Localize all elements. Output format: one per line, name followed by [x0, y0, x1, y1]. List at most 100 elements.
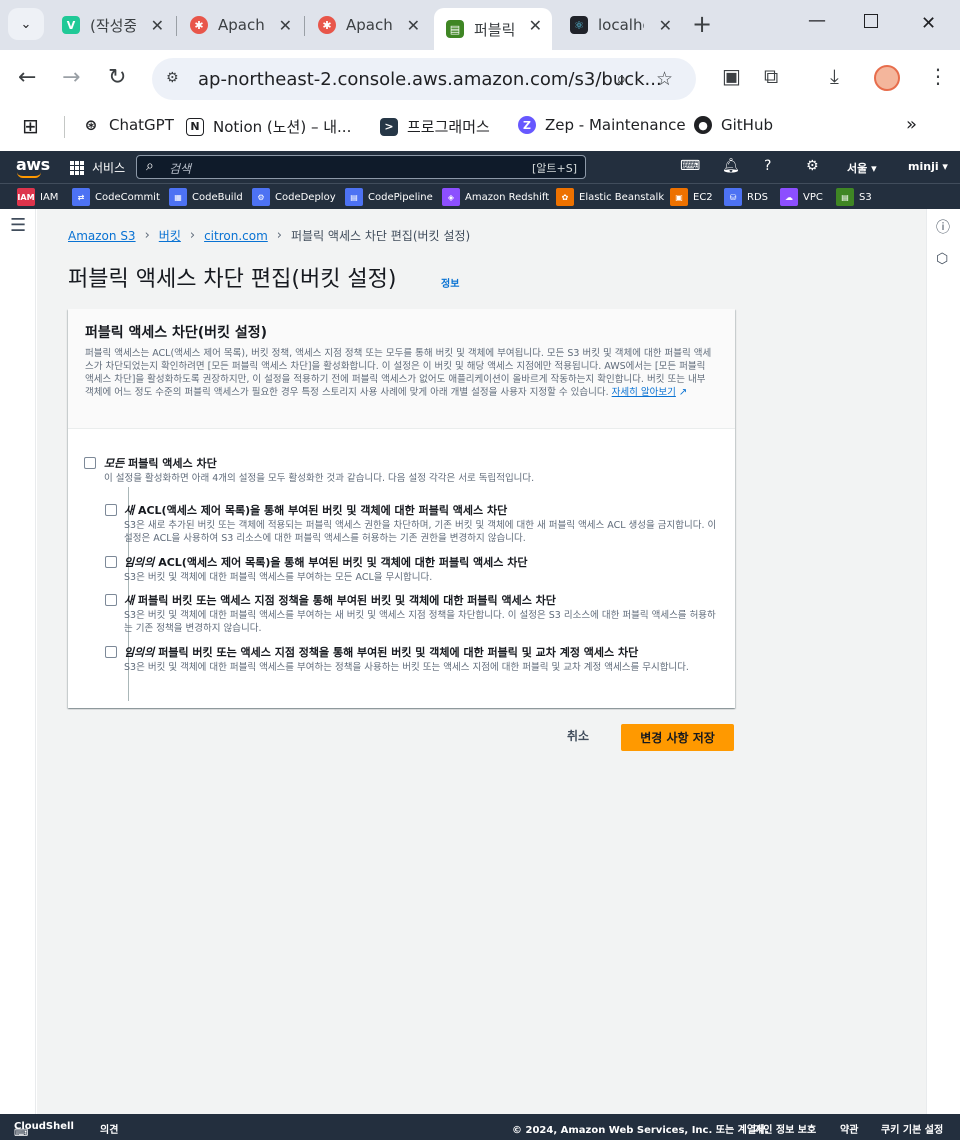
feedback-hexagon-icon[interactable]: ⬡	[936, 251, 948, 267]
block-public-access-panel: 퍼블릭 액세스 차단(버킷 설정) 퍼블릭 액세스는 ACL(액세스 제어 목록…	[68, 309, 735, 708]
terms-link[interactable]: 약관	[840, 1121, 858, 1136]
block-any-policy-label[interactable]: 임의의 퍼블릭 버킷 또는 액세스 지점 정책을 통해 부여된 버킷 및 객체에…	[124, 644, 638, 660]
page-title: 퍼블릭 액세스 차단 편집(버킷 설정)	[68, 267, 397, 292]
region-selector[interactable]: 서울 ▾	[847, 160, 877, 176]
fav-s3[interactable]: ▤ S3	[836, 188, 872, 206]
cloudshell-icon: ⌨	[14, 1128, 29, 1139]
fav-ec2[interactable]: ▣ EC2	[670, 188, 713, 206]
close-icon[interactable]: ✕	[407, 16, 420, 35]
tab-favicon-icon: ✱	[318, 16, 336, 34]
tab-label: localhost	[598, 16, 644, 34]
tab-label: 퍼블릭 액세스	[474, 20, 514, 39]
aws-top-nav: aws 서비스 ⌕ 검색 [알트+S] ⌨ 🔔︎ ? ⚙ 서울 ▾ minji …	[0, 151, 960, 183]
new-tab-button[interactable]: +	[692, 12, 712, 36]
cookie-preferences-link[interactable]: 쿠키 기본 설정	[881, 1121, 943, 1136]
menu-kebab-icon[interactable]: ⋮	[928, 64, 948, 88]
codebuild-icon: ▦	[169, 188, 187, 206]
fav-codebuild[interactable]: ▦ CodeBuild	[169, 188, 243, 206]
fav-iam[interactable]: IAM IAM	[17, 188, 58, 206]
bookmark-programmers[interactable]: > 프로그래머스	[380, 116, 490, 137]
browser-tab-active[interactable]: ▤ 퍼블릭 액세스 ✕	[434, 8, 552, 50]
maximize-icon[interactable]	[864, 14, 878, 28]
fav-codedeploy[interactable]: ⚙ CodeDeploy	[252, 188, 336, 206]
tab-search-button[interactable]: ⌄	[8, 8, 44, 40]
fav-codecommit[interactable]: ⇄ CodeCommit	[72, 188, 160, 206]
info-circle-icon[interactable]: ⓘ	[936, 217, 950, 237]
breadcrumb-bucket[interactable]: citron.com	[204, 229, 268, 243]
account-menu[interactable]: minji ▾	[908, 160, 948, 173]
profile-avatar[interactable]	[874, 65, 900, 91]
close-icon[interactable]: ✕	[279, 16, 292, 35]
breadcrumb: Amazon S3 › 버킷 › citron.com › 퍼블릭 액세스 차단…	[68, 227, 470, 244]
main-content: Amazon S3 › 버킷 › citron.com › 퍼블릭 액세스 차단…	[37, 209, 926, 1114]
fav-vpc[interactable]: ☁ VPC	[780, 188, 823, 206]
cancel-button[interactable]: 취소	[567, 727, 589, 744]
left-nav-rail: ☰	[0, 209, 36, 1114]
block-any-acl-label[interactable]: 임의의 ACL(액세스 제어 목록)을 통해 부여된 버킷 및 객체에 대한 퍼…	[124, 554, 527, 570]
download-icon[interactable]: ⤓	[830, 64, 839, 88]
apps-grid-icon[interactable]: ⊞	[22, 114, 39, 138]
beanstalk-icon: ✿	[556, 188, 574, 206]
minimize-icon[interactable]: —	[808, 10, 826, 31]
zep-icon: Z	[518, 116, 536, 134]
bookmark-star-icon[interactable]: ☆	[656, 68, 673, 90]
hamburger-menu-icon[interactable]: ☰	[10, 215, 26, 236]
close-icon[interactable]: ✕	[529, 16, 542, 35]
block-new-acl-checkbox[interactable]	[105, 504, 117, 516]
site-info-icon[interactable]: ⚙	[166, 70, 179, 86]
forward-icon[interactable]: →	[62, 66, 80, 90]
copyright-text: © 2024, Amazon Web Services, Inc. 또는 계열사…	[512, 1125, 770, 1136]
close-icon[interactable]: ✕	[151, 16, 164, 35]
save-changes-button[interactable]: 변경 사항 저장	[621, 724, 734, 751]
services-menu[interactable]: 서비스	[70, 159, 125, 176]
url-text[interactable]: ap-northeast-2.console.aws.amazon.com/s3…	[198, 69, 662, 90]
cloudshell-link[interactable]: ⌨ CloudShell	[14, 1121, 74, 1139]
block-any-acl-checkbox[interactable]	[105, 556, 117, 568]
s3-icon: ▤	[836, 188, 854, 206]
github-icon: ●	[694, 116, 712, 134]
browser-tab-1[interactable]: V (작성중) ✕	[50, 8, 174, 42]
block-any-policy-checkbox[interactable]	[105, 646, 117, 658]
bookmark-chatgpt[interactable]: ⊛ ChatGPT	[82, 116, 174, 134]
fav-redshift[interactable]: ◈ Amazon Redshift	[442, 188, 549, 206]
block-new-policy-checkbox[interactable]	[105, 594, 117, 606]
browser-tab-5[interactable]: ⚛ localhost ✕	[558, 8, 682, 42]
aws-search-input[interactable]: ⌕ 검색 [알트+S]	[136, 155, 586, 179]
cloudshell-icon[interactable]: ⌨	[680, 158, 700, 174]
feedback-link[interactable]: 의견	[100, 1121, 118, 1136]
block-new-acl-label[interactable]: 새 ACL(액세스 제어 목록)을 통해 부여된 버킷 및 객체에 대한 퍼블릭…	[124, 502, 507, 518]
fav-elastic-beanstalk[interactable]: ✿ Elastic Beanstalk	[556, 188, 664, 206]
bookmark-zep[interactable]: Z Zep - Maintenance	[518, 116, 686, 134]
fav-rds[interactable]: ⛁ RDS	[724, 188, 768, 206]
block-all-label[interactable]: 모든 퍼블릭 액세스 차단	[104, 455, 217, 471]
browser-tab-3[interactable]: ✱ Apache ✕	[306, 8, 430, 42]
browser-tab-2[interactable]: ✱ Apache ✕	[178, 8, 302, 42]
close-icon[interactable]: ✕	[659, 16, 672, 35]
extensions-icon[interactable]: ⧉	[764, 64, 778, 88]
more-bookmarks-icon[interactable]: »	[906, 114, 917, 135]
tab-groups-icon[interactable]: ▣	[722, 64, 741, 88]
tab-label: (작성중)	[90, 16, 136, 35]
address-bar[interactable]: ⚙ ap-northeast-2.console.aws.amazon.com/…	[152, 58, 696, 100]
privacy-link[interactable]: 개인 정보 보호	[754, 1121, 816, 1136]
notifications-bell-icon[interactable]: 🔔︎	[722, 158, 740, 174]
tab-favicon-icon: ✱	[190, 16, 208, 34]
learn-more-link[interactable]: 자세히 알아보기	[612, 387, 676, 398]
chevron-right-icon: ›	[144, 228, 150, 243]
bookmark-notion[interactable]: N Notion (노션) – 내...	[186, 116, 351, 137]
back-icon[interactable]: ←	[18, 66, 36, 90]
help-icon[interactable]: ?	[764, 158, 771, 174]
fav-codepipeline[interactable]: ▤ CodePipeline	[345, 188, 433, 206]
info-link[interactable]: 정보	[441, 275, 459, 290]
breadcrumb-amazon-s3[interactable]: Amazon S3	[68, 229, 136, 243]
close-window-icon[interactable]: ✕	[921, 13, 936, 34]
block-new-policy-label[interactable]: 새 퍼블릭 버킷 또는 액세스 지점 정책을 통해 부여된 버킷 및 객체에 대…	[124, 592, 556, 608]
block-all-checkbox[interactable]	[84, 457, 96, 469]
breadcrumb-buckets[interactable]: 버킷	[159, 227, 181, 244]
panel-description: 퍼블릭 액세스는 ACL(액세스 제어 목록), 버킷 정책, 액세스 지점 정…	[85, 348, 712, 398]
bookmark-github[interactable]: ● GitHub	[694, 116, 773, 134]
vpc-icon: ☁	[780, 188, 798, 206]
settings-gear-icon[interactable]: ⚙	[806, 158, 819, 174]
reload-icon[interactable]: ↻	[108, 66, 126, 90]
zoom-search-icon[interactable]: ⌕	[616, 68, 627, 90]
